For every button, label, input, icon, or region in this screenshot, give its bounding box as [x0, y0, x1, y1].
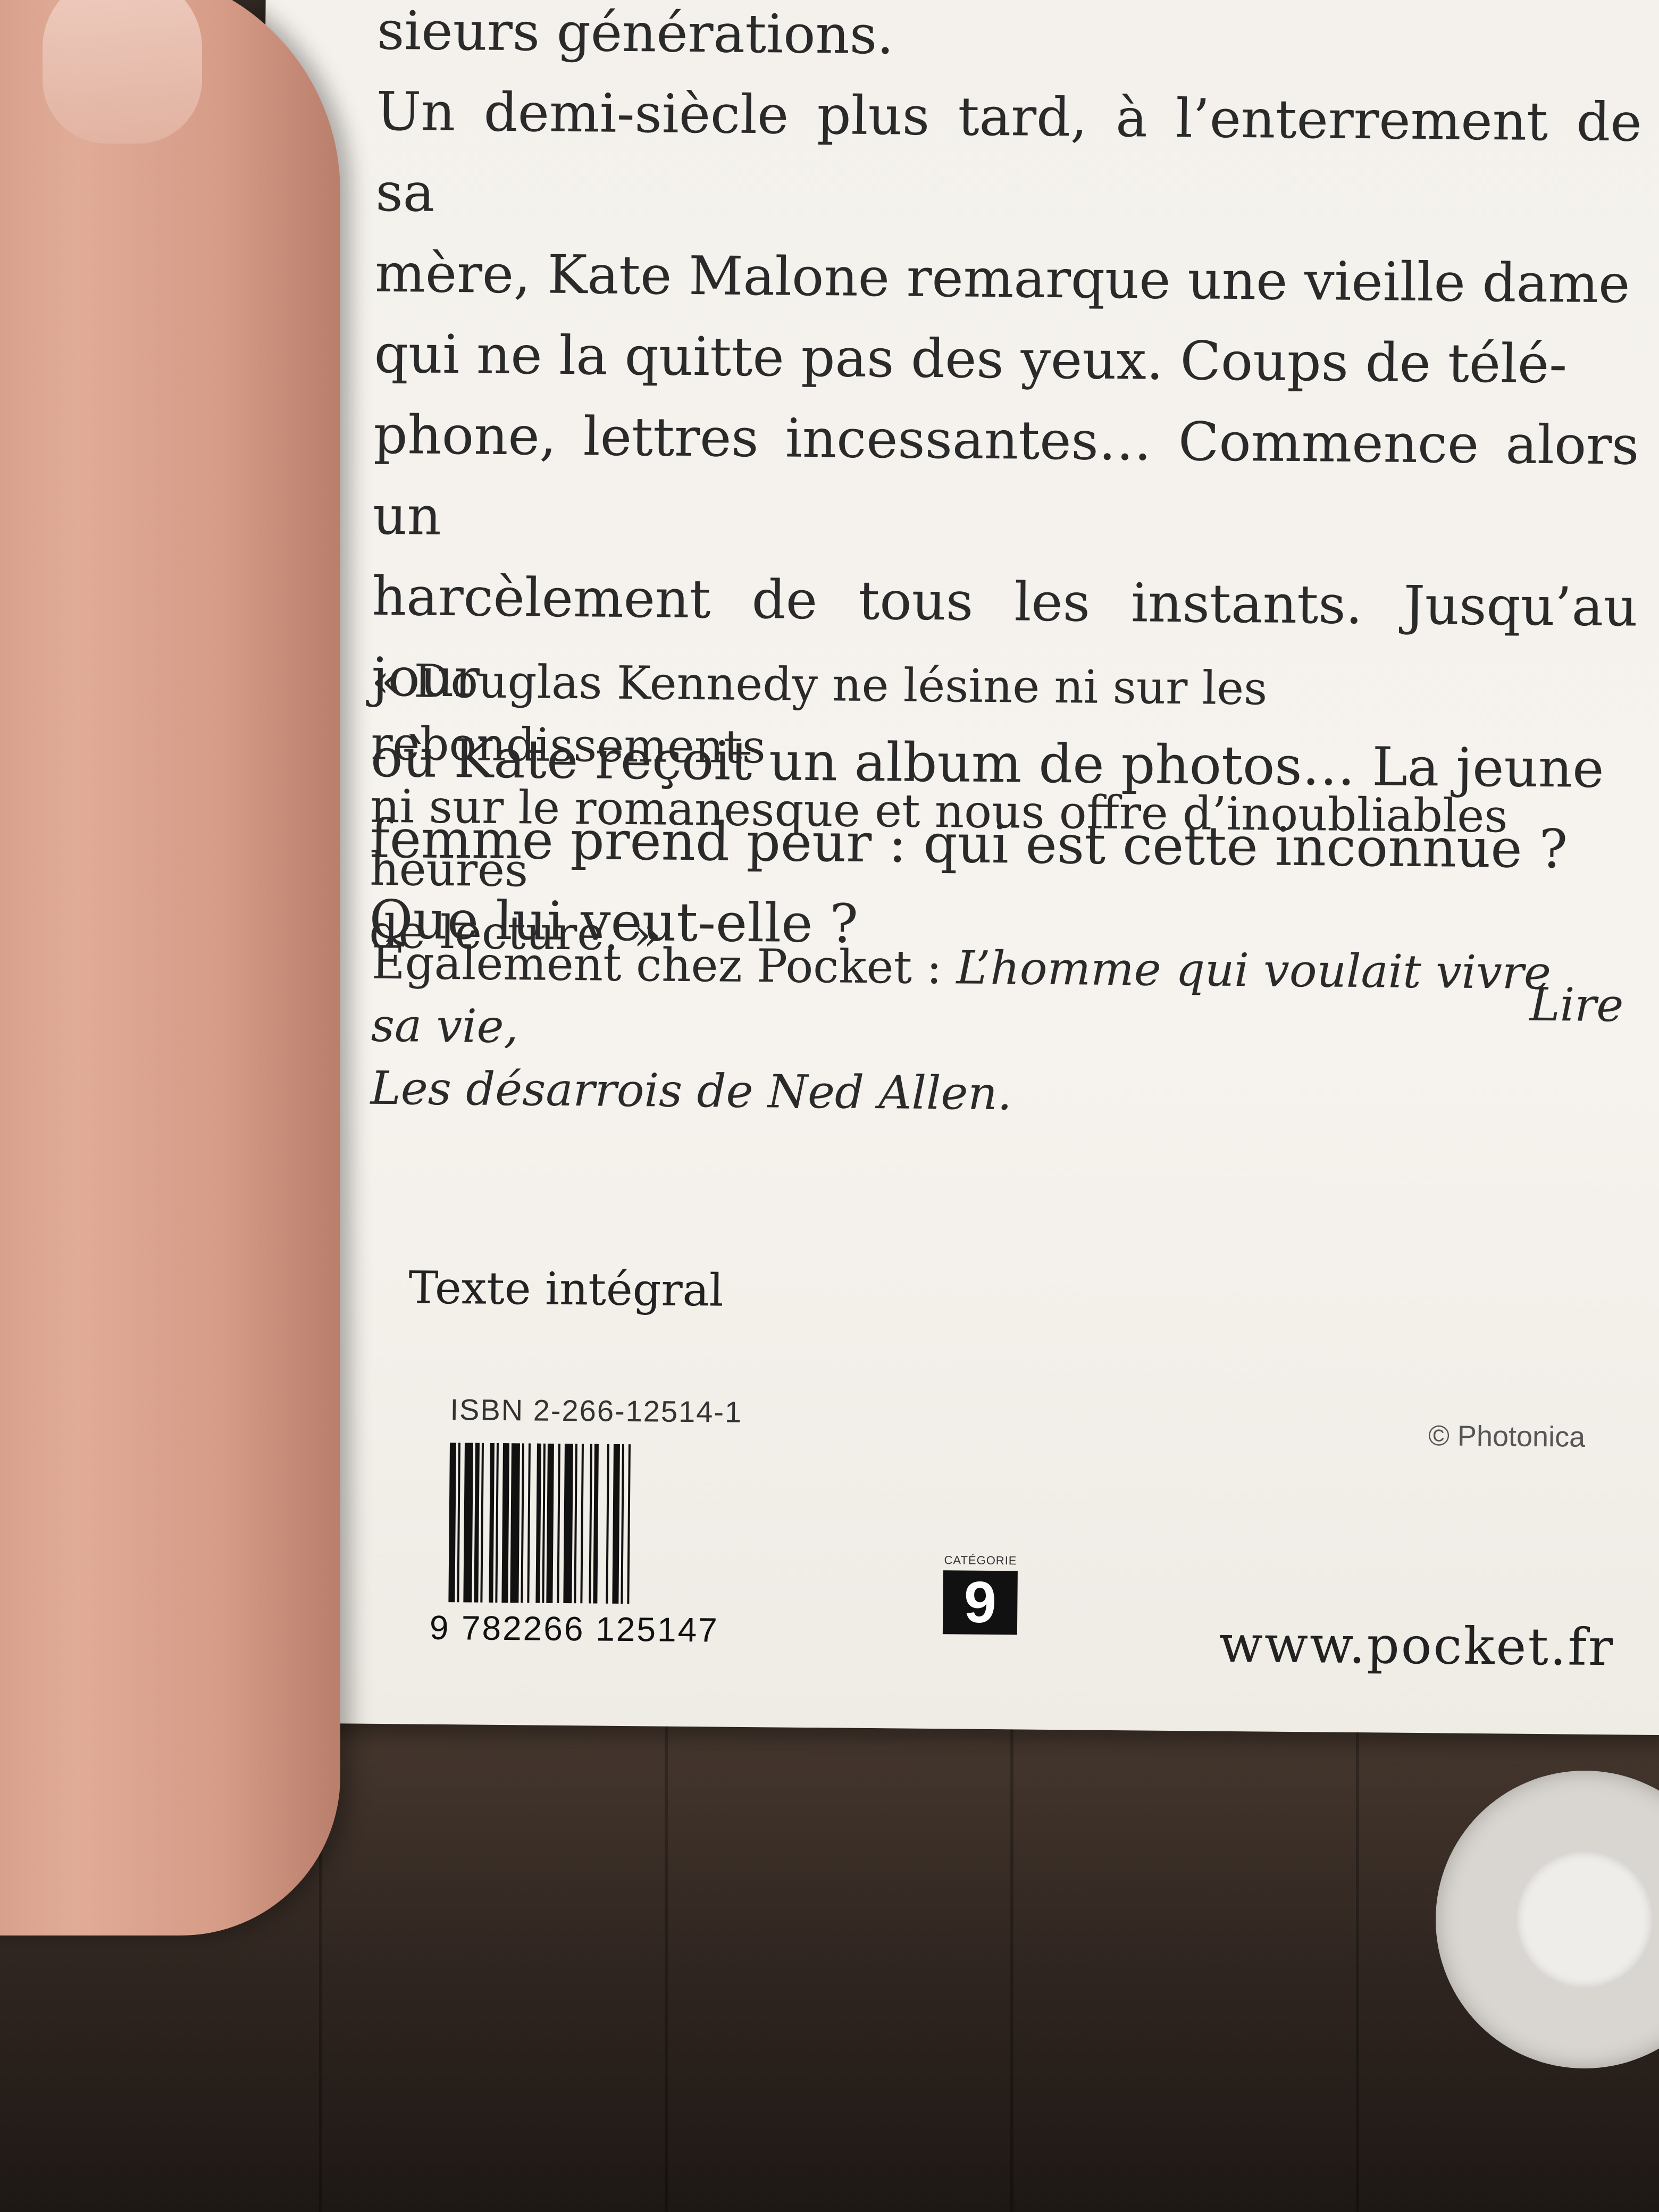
barcode-bar [535, 1443, 541, 1603]
also-prefix: Également chez Pocket : [371, 936, 957, 995]
synopsis-line: Un demi-siècle plus tard, à l’enterremen… [375, 80, 1643, 224]
barcode-first-digit: 9 [430, 1608, 449, 1647]
barcode-bar [527, 1443, 531, 1603]
integral-text-label: Texte intégral [408, 1261, 724, 1317]
photo-credit: © Photonica [1428, 1420, 1586, 1453]
barcode-bar [580, 1444, 584, 1604]
barcode-bar [495, 1443, 499, 1603]
quote-line: ni sur le romanesque et nous offre d’ino… [369, 780, 1508, 898]
barcode-bar [557, 1443, 560, 1603]
barcode-bar [521, 1443, 524, 1603]
quote-line: « Douglas Kennedy ne lésine ni sur les r… [371, 654, 1268, 774]
category-number: 9 [942, 1570, 1018, 1635]
barcode-bar [480, 1443, 484, 1603]
thumbnail [43, 0, 202, 144]
barcode-bar [463, 1443, 473, 1603]
barcode-bar [589, 1444, 592, 1604]
synopsis-line: sieurs générations. [376, 0, 894, 66]
barcode-bar [546, 1443, 554, 1603]
barcode-bar [627, 1444, 631, 1604]
barcode-bar [457, 1443, 460, 1603]
barcode-bar [621, 1444, 624, 1604]
category-badge: CATÉGORIE 9 [942, 1553, 1018, 1635]
barcode-bar [563, 1444, 573, 1604]
synopsis-line: phone, lettres incessantes… Commence alo… [372, 403, 1639, 547]
publisher-website: www.pocket.fr [1219, 1614, 1615, 1678]
barcode-bar [606, 1444, 609, 1604]
barcode-bar [612, 1444, 620, 1604]
also-by-publisher: Également chez Pocket : L’homme qui voul… [370, 932, 1616, 1130]
photo-scene: sieurs générations. Un demi-siècle plus … [0, 0, 1659, 2212]
category-label: CATÉGORIE [944, 1553, 1017, 1568]
barcode-bar [489, 1443, 495, 1603]
barcode-bar [501, 1443, 509, 1603]
synopsis-line: qui ne la quitte pas des yeux. Coups de … [374, 322, 1568, 396]
hand-thumb [0, 0, 340, 1936]
barcode-bar [574, 1444, 577, 1604]
synopsis-line: mère, Kate Malone remarque une vieille d… [374, 241, 1630, 315]
barcode-bar [510, 1443, 520, 1603]
barcode-bar [448, 1443, 456, 1603]
also-title: Les désarrois de Ned Allen. [370, 1061, 1012, 1121]
barcode-bar [474, 1443, 480, 1603]
book-back-cover: sieurs générations. Un demi-siècle plus … [250, 0, 1659, 1736]
barcode-bars [448, 1443, 631, 1604]
isbn: ISBN 2-266-12514-1 [450, 1393, 743, 1429]
barcode-bar [542, 1443, 546, 1603]
barcode-digits: 782266 125147 [462, 1608, 719, 1648]
barcode-bar [593, 1444, 599, 1604]
barcode: 9 782266 125147 [430, 1443, 719, 1648]
